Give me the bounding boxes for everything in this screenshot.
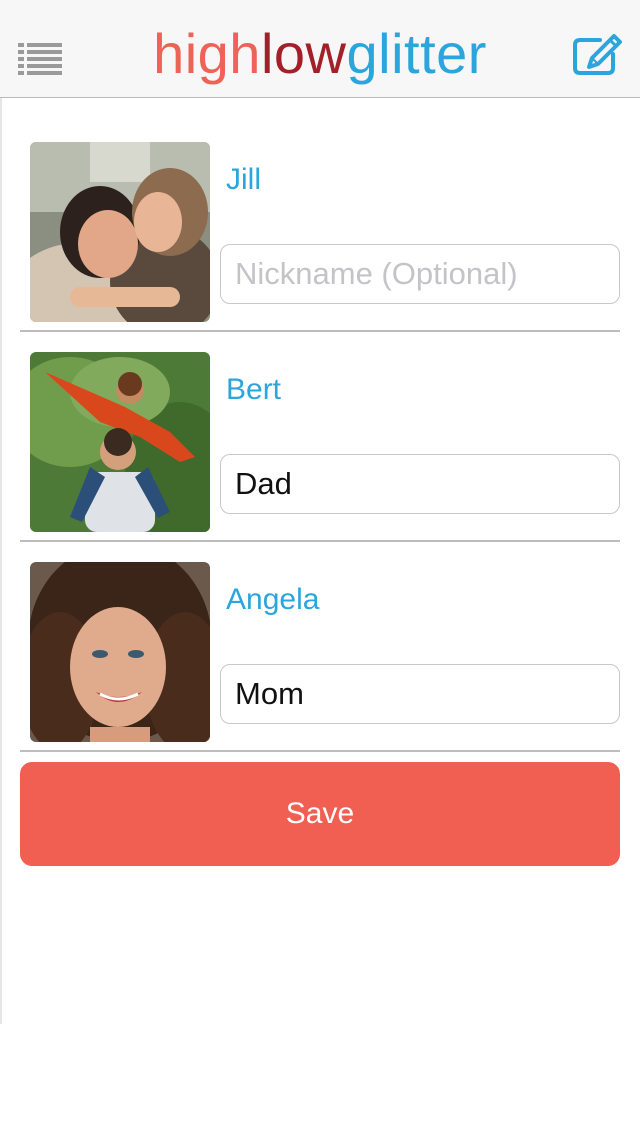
app-logo: highlowglitter bbox=[0, 20, 640, 88]
contact-row-bert: Bert bbox=[20, 352, 620, 542]
contact-row-jill: Jill bbox=[20, 142, 620, 332]
angela-photo bbox=[30, 562, 210, 742]
logo-glitter: glitter bbox=[346, 22, 487, 85]
contact-name: Bert bbox=[226, 373, 282, 406]
contact-name: Jill bbox=[226, 163, 261, 196]
save-button[interactable]: Save bbox=[20, 762, 620, 866]
logo-low: low bbox=[260, 22, 347, 85]
app-screen: highlowglitter Jill Nickname (Optional) … bbox=[0, 0, 640, 1136]
left-edge-divider bbox=[0, 98, 2, 1024]
contact-row-angela: Angela bbox=[20, 562, 620, 752]
logo-high: high bbox=[153, 22, 261, 85]
contact-name: Angela bbox=[226, 583, 320, 616]
compose-button[interactable] bbox=[572, 34, 622, 76]
compose-edit-icon bbox=[573, 34, 622, 75]
nickname-field-angela[interactable] bbox=[220, 664, 620, 724]
nav-header: highlowglitter bbox=[0, 0, 640, 98]
nickname-field-bert[interactable] bbox=[220, 454, 620, 514]
bert-photo bbox=[30, 352, 210, 532]
nickname-field-jill[interactable] bbox=[220, 244, 620, 304]
jill-photo bbox=[30, 142, 210, 322]
